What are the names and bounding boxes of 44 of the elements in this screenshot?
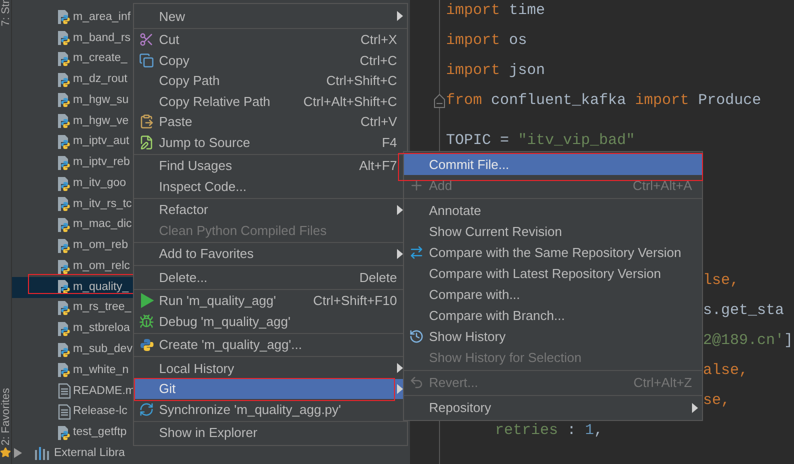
shortcut-label: Ctrl+Alt+Shift+C <box>303 92 398 110</box>
file-name: m_stbreloa <box>73 321 130 336</box>
file-name: m_band_rs <box>73 30 131 46</box>
file-name: m_quality_ <box>73 280 129 295</box>
code-line: TOPIC = "itv_vip_bad" <box>446 130 636 151</box>
code-line: import os <box>446 30 528 51</box>
file-name: m_itv_goo <box>73 176 126 191</box>
code-line: from confluent_kafka import Produce <box>446 90 762 111</box>
file-name: m_iptv_reb <box>73 155 130 170</box>
code-line: retries : 1, <box>495 420 604 441</box>
shortcut-label: Ctrl+C <box>360 52 398 70</box>
file-name: m_white_n <box>73 362 129 378</box>
code-line: s.get_sta <box>703 300 784 321</box>
file-name: m_area_inf <box>73 10 131 25</box>
file-name: m_sub_dev <box>73 342 132 357</box>
file-name: m_rs_tree_ <box>73 300 132 316</box>
file-name: README.m <box>73 384 135 399</box>
shortcut-label: Alt+F7 <box>359 157 398 175</box>
shortcut-label: Ctrl+Shift+C <box>326 72 398 90</box>
code-line: se, <box>703 390 730 411</box>
file-name: m_om_reb <box>73 238 128 254</box>
file-name: External Libra <box>54 446 125 461</box>
file-name: m_hgw_su <box>73 92 129 108</box>
code-line: import time <box>446 0 546 21</box>
file-name: test_getftp <box>73 425 127 440</box>
shortcut-label: Ctrl+X <box>360 31 398 49</box>
code-line: lse, <box>703 270 740 291</box>
file-name: m_om_relc <box>73 258 130 274</box>
shortcut-label: Ctrl+Alt+Z <box>633 374 693 392</box>
file-name: m_itv_rs_tc <box>73 196 132 212</box>
file-name: m_dz_rout <box>73 72 128 88</box>
code-line: import json <box>446 60 546 81</box>
file-name: m_create_ <box>73 51 128 66</box>
file-name: m_hgw_ve <box>73 114 129 129</box>
file-name: Release-lc <box>73 404 128 420</box>
file-name: m_iptv_aut <box>73 134 130 150</box>
shortcut-label: Delete <box>359 268 398 286</box>
shortcut-label: Ctrl+Alt+A <box>632 176 693 195</box>
file-name: m_mac_dic <box>73 217 132 232</box>
code-line: alse, <box>703 360 748 381</box>
shortcut-label: F4 <box>382 134 398 152</box>
shortcut-label: Ctrl+Shift+F10 <box>313 292 398 310</box>
code-line: 2@189.cn'] <box>703 330 794 351</box>
shortcut-label: Ctrl+V <box>360 113 398 131</box>
